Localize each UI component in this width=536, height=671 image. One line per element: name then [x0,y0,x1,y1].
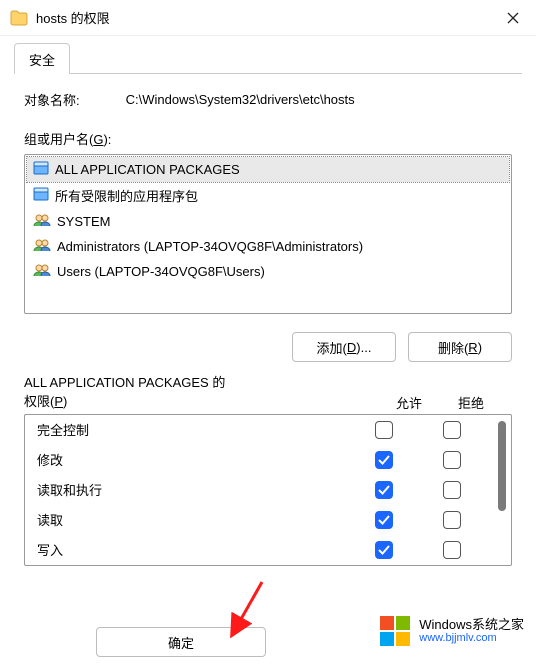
allow-checkbox[interactable] [375,481,393,499]
list-item-text: Users (LAPTOP-34OVQG8F\Users) [57,264,265,279]
ok-button[interactable]: 确定 [96,627,266,657]
deny-checkbox[interactable] [443,541,461,559]
permission-row: 完全控制 [25,415,492,445]
watermark-title: Windows系统之家 [419,617,524,633]
watermark-url: www.bjjmlv.com [419,632,524,645]
permissions-header-row: ALL APPLICATION PACKAGES 的 权限(P) 允许 拒绝 [24,374,512,412]
allow-checkbox[interactable] [375,421,393,439]
folder-icon [10,10,28,26]
permission-name: 修改 [37,450,344,469]
permissions-header: ALL APPLICATION PACKAGES 的 权限(P) [24,374,378,412]
list-item-text: SYSTEM [57,214,110,229]
list-item-text: ALL APPLICATION PACKAGES [55,162,240,177]
usergroup-icon [33,213,51,230]
column-deny-header: 拒绝 [440,393,502,412]
watermark: Windows系统之家 www.bjjmlv.com [379,615,524,647]
list-item[interactable]: 所有受限制的应用程序包 [27,182,509,209]
permission-name: 读取和执行 [37,480,344,499]
group-users-list[interactable]: ALL APPLICATION PACKAGES 所有受限制的应用程序包 SYSTE… [24,154,512,314]
close-button[interactable] [490,0,536,36]
permissions-scrollbar[interactable] [492,414,512,566]
permission-row: 读取 [25,505,492,535]
object-label: 对象名称: [24,90,80,109]
list-item[interactable]: SYSTEM [27,209,509,234]
title-bar: hosts 的权限 [0,0,536,36]
tab-security[interactable]: 安全 [14,43,70,74]
group-users-label: 组或用户名(G): [24,129,512,148]
usergroup-icon [33,238,51,255]
tabs: 安全 [0,36,536,73]
list-item[interactable]: Users (LAPTOP-34OVQG8F\Users) [27,259,509,284]
permission-row: 修改 [25,445,492,475]
windows-logo-icon [379,615,411,647]
deny-checkbox[interactable] [443,481,461,499]
package-icon [33,161,49,178]
usergroup-icon [33,263,51,280]
deny-checkbox[interactable] [443,511,461,529]
window-title: hosts 的权限 [36,8,490,27]
add-button[interactable]: 添加(D)... [292,332,396,362]
permission-name: 读取 [37,510,344,529]
package-icon [33,187,49,204]
permission-row: 写入 [25,535,492,565]
allow-checkbox[interactable] [375,451,393,469]
allow-checkbox[interactable] [375,511,393,529]
permission-name: 写入 [37,540,344,559]
object-path: C:\Windows\System32\drivers\etc\hosts [126,92,355,107]
deny-checkbox[interactable] [443,421,461,439]
list-buttons-row: 添加(D)... 删除(R) [24,332,512,362]
allow-checkbox[interactable] [375,541,393,559]
scrollbar-thumb[interactable] [498,421,506,511]
permissions-list: 完全控制修改读取和执行读取写入 [24,414,492,566]
close-icon [507,12,519,24]
list-item-text: 所有受限制的应用程序包 [55,186,198,205]
column-allow-header: 允许 [378,393,440,412]
remove-button[interactable]: 删除(R) [408,332,512,362]
list-item-text: Administrators (LAPTOP-34OVQG8F\Administ… [57,239,363,254]
deny-checkbox[interactable] [443,451,461,469]
list-item[interactable]: Administrators (LAPTOP-34OVQG8F\Administ… [27,234,509,259]
list-item[interactable]: ALL APPLICATION PACKAGES [27,157,509,182]
permission-row: 读取和执行 [25,475,492,505]
permission-name: 完全控制 [37,420,344,439]
object-row: 对象名称: C:\Windows\System32\drivers\etc\ho… [24,90,512,109]
